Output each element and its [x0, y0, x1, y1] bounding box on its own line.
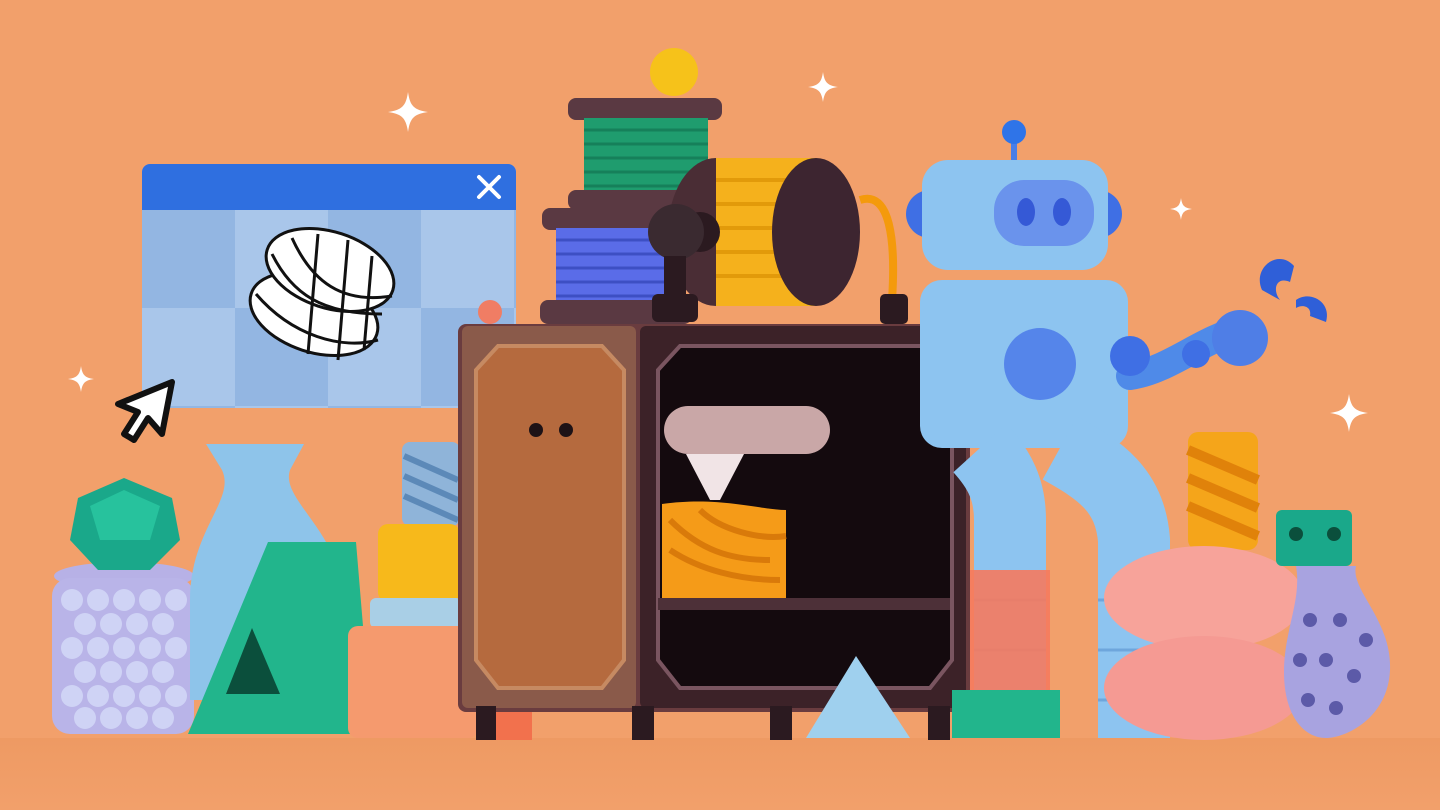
bubble-vase: [52, 478, 194, 734]
3d-printer: [458, 324, 970, 740]
printer-workshop-art: [52, 48, 1391, 740]
filament-spools: [478, 48, 908, 324]
illustration-scene: [0, 0, 1440, 810]
